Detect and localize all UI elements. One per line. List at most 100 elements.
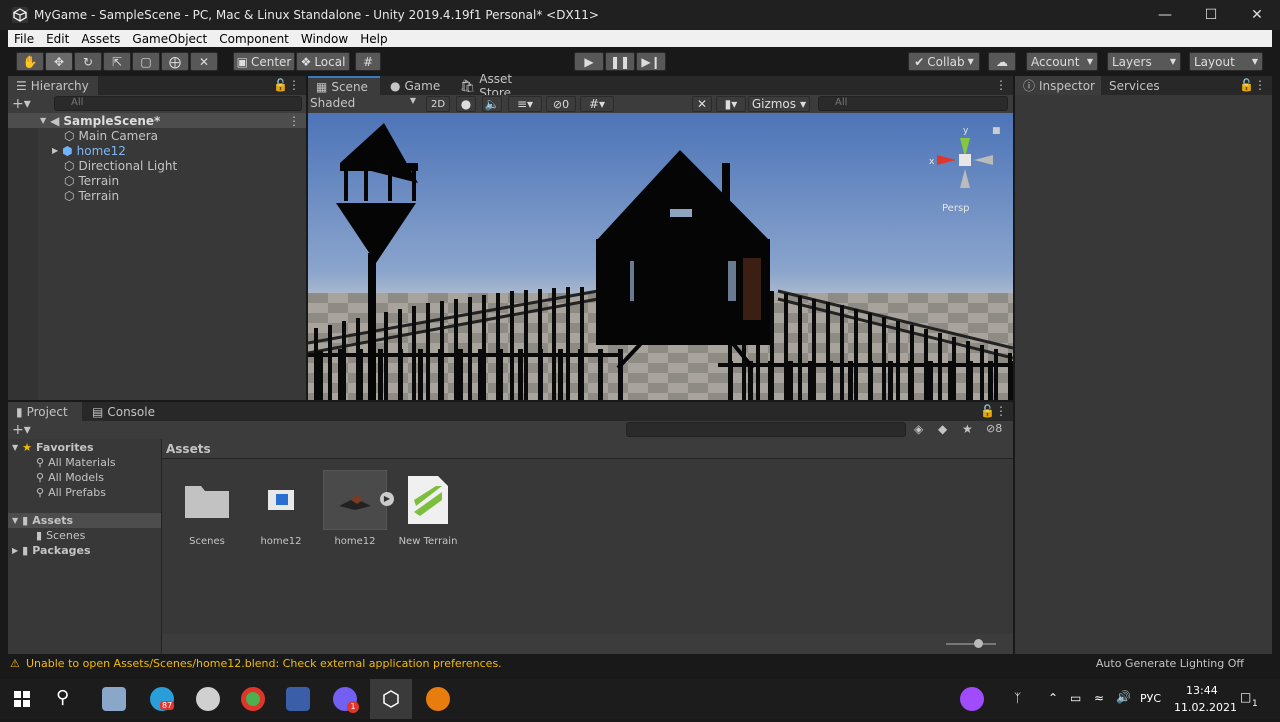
- menu-file[interactable]: File: [8, 32, 40, 46]
- tree-assets[interactable]: ▼ ▮ Assets: [8, 513, 161, 528]
- menu-component[interactable]: Component: [213, 32, 295, 46]
- rotate-tool-icon[interactable]: ↻: [74, 52, 102, 71]
- language-indicator[interactable]: РУС: [1140, 692, 1161, 705]
- more-icon[interactable]: ⋮: [995, 404, 1007, 418]
- search-icon[interactable]: ⚲: [56, 687, 80, 711]
- pivot-center-button[interactable]: ▣ Center: [233, 52, 295, 71]
- hierarchy-item[interactable]: ⬡ Terrain: [8, 188, 119, 203]
- grid-snap-icon[interactable]: #: [355, 52, 381, 71]
- collab-button[interactable]: ✔ Collab ▼: [908, 52, 980, 71]
- tab-game[interactable]: ● Game: [382, 76, 452, 95]
- shading-mode-dropdown[interactable]: Shaded ▼: [310, 96, 420, 112]
- menu-assets[interactable]: Assets: [75, 32, 126, 46]
- status-message[interactable]: Unable to open Assets/Scenes/home12.blen…: [26, 657, 502, 670]
- camera-icon[interactable]: ▮▾: [716, 96, 746, 112]
- chevron-up-icon[interactable]: ⌃: [1048, 691, 1058, 705]
- step-button[interactable]: ▶❙: [636, 52, 666, 71]
- hierarchy-item[interactable]: ⬡ Main Camera: [8, 128, 158, 143]
- filter-label-icon[interactable]: ◆: [938, 422, 947, 436]
- telegram-icon[interactable]: 87: [150, 687, 175, 711]
- transform-tool-icon[interactable]: ⨁: [161, 52, 189, 71]
- more-icon[interactable]: ⋮: [288, 114, 300, 128]
- gizmo-center-cube[interactable]: [959, 154, 971, 166]
- chrome-icon[interactable]: [241, 687, 265, 711]
- lighting-toggle-icon[interactable]: ●: [456, 96, 476, 112]
- add-icon[interactable]: +▾: [12, 422, 31, 438]
- scene-viewport[interactable]: y x Persp ■: [308, 113, 1013, 400]
- blender-icon[interactable]: [426, 687, 450, 711]
- asset-tile[interactable]: Scenes: [172, 470, 242, 547]
- favorite-star-icon[interactable]: ★: [962, 422, 973, 436]
- lock-icon[interactable]: 🔓: [980, 404, 995, 418]
- more-icon[interactable]: ⋮: [288, 78, 300, 92]
- tab-project[interactable]: ▮ Project: [8, 402, 82, 421]
- menu-window[interactable]: Window: [295, 32, 354, 46]
- menu-gameobject[interactable]: GameObject: [126, 32, 213, 46]
- paint-icon[interactable]: [196, 687, 220, 711]
- mode-2d-button[interactable]: 2D: [426, 96, 450, 112]
- tools-icon[interactable]: ✕: [692, 96, 712, 112]
- hierarchy-search-input[interactable]: All: [54, 96, 302, 111]
- maximize-icon[interactable]: ☐: [1188, 0, 1234, 30]
- asset-tile[interactable]: New Terrain: [393, 470, 463, 547]
- more-icon[interactable]: ⋮: [995, 78, 1007, 92]
- hierarchy-item[interactable]: ▶ ⬢ home12: [8, 143, 126, 158]
- tree-packages[interactable]: ▶ ▮ Packages: [12, 543, 91, 558]
- scene-row[interactable]: ▼ ◀ SampleScene* ⋮: [8, 113, 306, 128]
- hidden-packages-toggle[interactable]: ⊘8: [986, 422, 1002, 435]
- save-icon[interactable]: [286, 687, 310, 711]
- grid-toggle-icon[interactable]: #▾: [580, 96, 614, 112]
- gizmo-persp-label[interactable]: Persp: [942, 203, 970, 214]
- windows-start-icon[interactable]: [10, 687, 34, 711]
- layers-dropdown[interactable]: Layers ▼: [1107, 52, 1181, 71]
- menu-help[interactable]: Help: [354, 32, 393, 46]
- breadcrumb-assets[interactable]: Assets: [166, 442, 211, 456]
- tab-scene[interactable]: ▦ Scene: [308, 76, 380, 95]
- favorites-header[interactable]: ▼ ★ Favorites: [12, 440, 94, 455]
- alice-assistant-icon[interactable]: [960, 687, 984, 711]
- favorite-item[interactable]: ⚲ All Prefabs: [36, 485, 106, 500]
- pause-button[interactable]: ❚❚: [605, 52, 635, 71]
- hierarchy-item[interactable]: ⬡ Directional Light: [8, 158, 177, 173]
- lighting-status[interactable]: Auto Generate Lighting Off: [1096, 657, 1244, 670]
- filter-type-icon[interactable]: ◈: [914, 422, 923, 436]
- clock-time[interactable]: 13:44: [1186, 684, 1218, 697]
- move-tool-icon[interactable]: ✥: [45, 52, 73, 71]
- cloud-icon[interactable]: ☁: [988, 52, 1016, 71]
- tree-scenes[interactable]: ▮ Scenes: [36, 528, 85, 543]
- add-icon[interactable]: +▾: [12, 96, 31, 112]
- project-search-input[interactable]: [626, 422, 906, 437]
- audio-toggle-icon[interactable]: 🔈: [482, 96, 502, 112]
- tab-inspector[interactable]: ⓘ Inspector: [1015, 76, 1101, 95]
- asset-tile[interactable]: ▶ home12: [320, 470, 394, 547]
- scene-search-input[interactable]: All: [818, 96, 1008, 111]
- battery-icon[interactable]: ▭: [1070, 691, 1081, 705]
- effects-toggle-icon[interactable]: ≡▾: [508, 96, 542, 112]
- people-icon[interactable]: ᛉ: [1014, 691, 1021, 705]
- gizmos-dropdown[interactable]: Gizmos ▼: [748, 96, 810, 112]
- volume-icon[interactable]: 🔊: [1116, 690, 1131, 704]
- favorite-item[interactable]: ⚲ All Materials: [36, 455, 116, 470]
- asset-tile[interactable]: home12: [246, 470, 316, 547]
- zoom-slider-handle[interactable]: [974, 639, 983, 648]
- tab-console[interactable]: ▤ Console: [84, 402, 156, 421]
- tab-hierarchy[interactable]: ☰ Hierarchy: [8, 76, 98, 95]
- minimize-icon[interactable]: —: [1142, 0, 1188, 30]
- hand-tool-icon[interactable]: ✋: [16, 52, 44, 71]
- lock-icon[interactable]: 🔓: [1239, 78, 1254, 92]
- close-icon[interactable]: ✕: [1234, 0, 1280, 30]
- tab-asset-store[interactable]: 🛍 Asset Store: [452, 72, 552, 100]
- hierarchy-item[interactable]: ⬡ Terrain: [8, 173, 119, 188]
- notifications-icon[interactable]: □: [1240, 690, 1251, 704]
- layout-dropdown[interactable]: Layout ▼: [1189, 52, 1263, 71]
- pivot-local-button[interactable]: ❖ Local: [296, 52, 350, 71]
- custom-tool-icon[interactable]: ✕: [190, 52, 218, 71]
- rect-tool-icon[interactable]: ▢: [132, 52, 160, 71]
- lock-icon[interactable]: 🔓: [273, 78, 288, 92]
- wifi-icon[interactable]: ≈: [1094, 691, 1104, 705]
- account-dropdown[interactable]: Account ▼: [1026, 52, 1098, 71]
- favorite-item[interactable]: ⚲ All Models: [36, 470, 104, 485]
- scale-tool-icon[interactable]: ⇱: [103, 52, 131, 71]
- hidden-objects-toggle[interactable]: ⊘ 0: [546, 96, 576, 112]
- tab-services[interactable]: Services: [1101, 76, 1171, 95]
